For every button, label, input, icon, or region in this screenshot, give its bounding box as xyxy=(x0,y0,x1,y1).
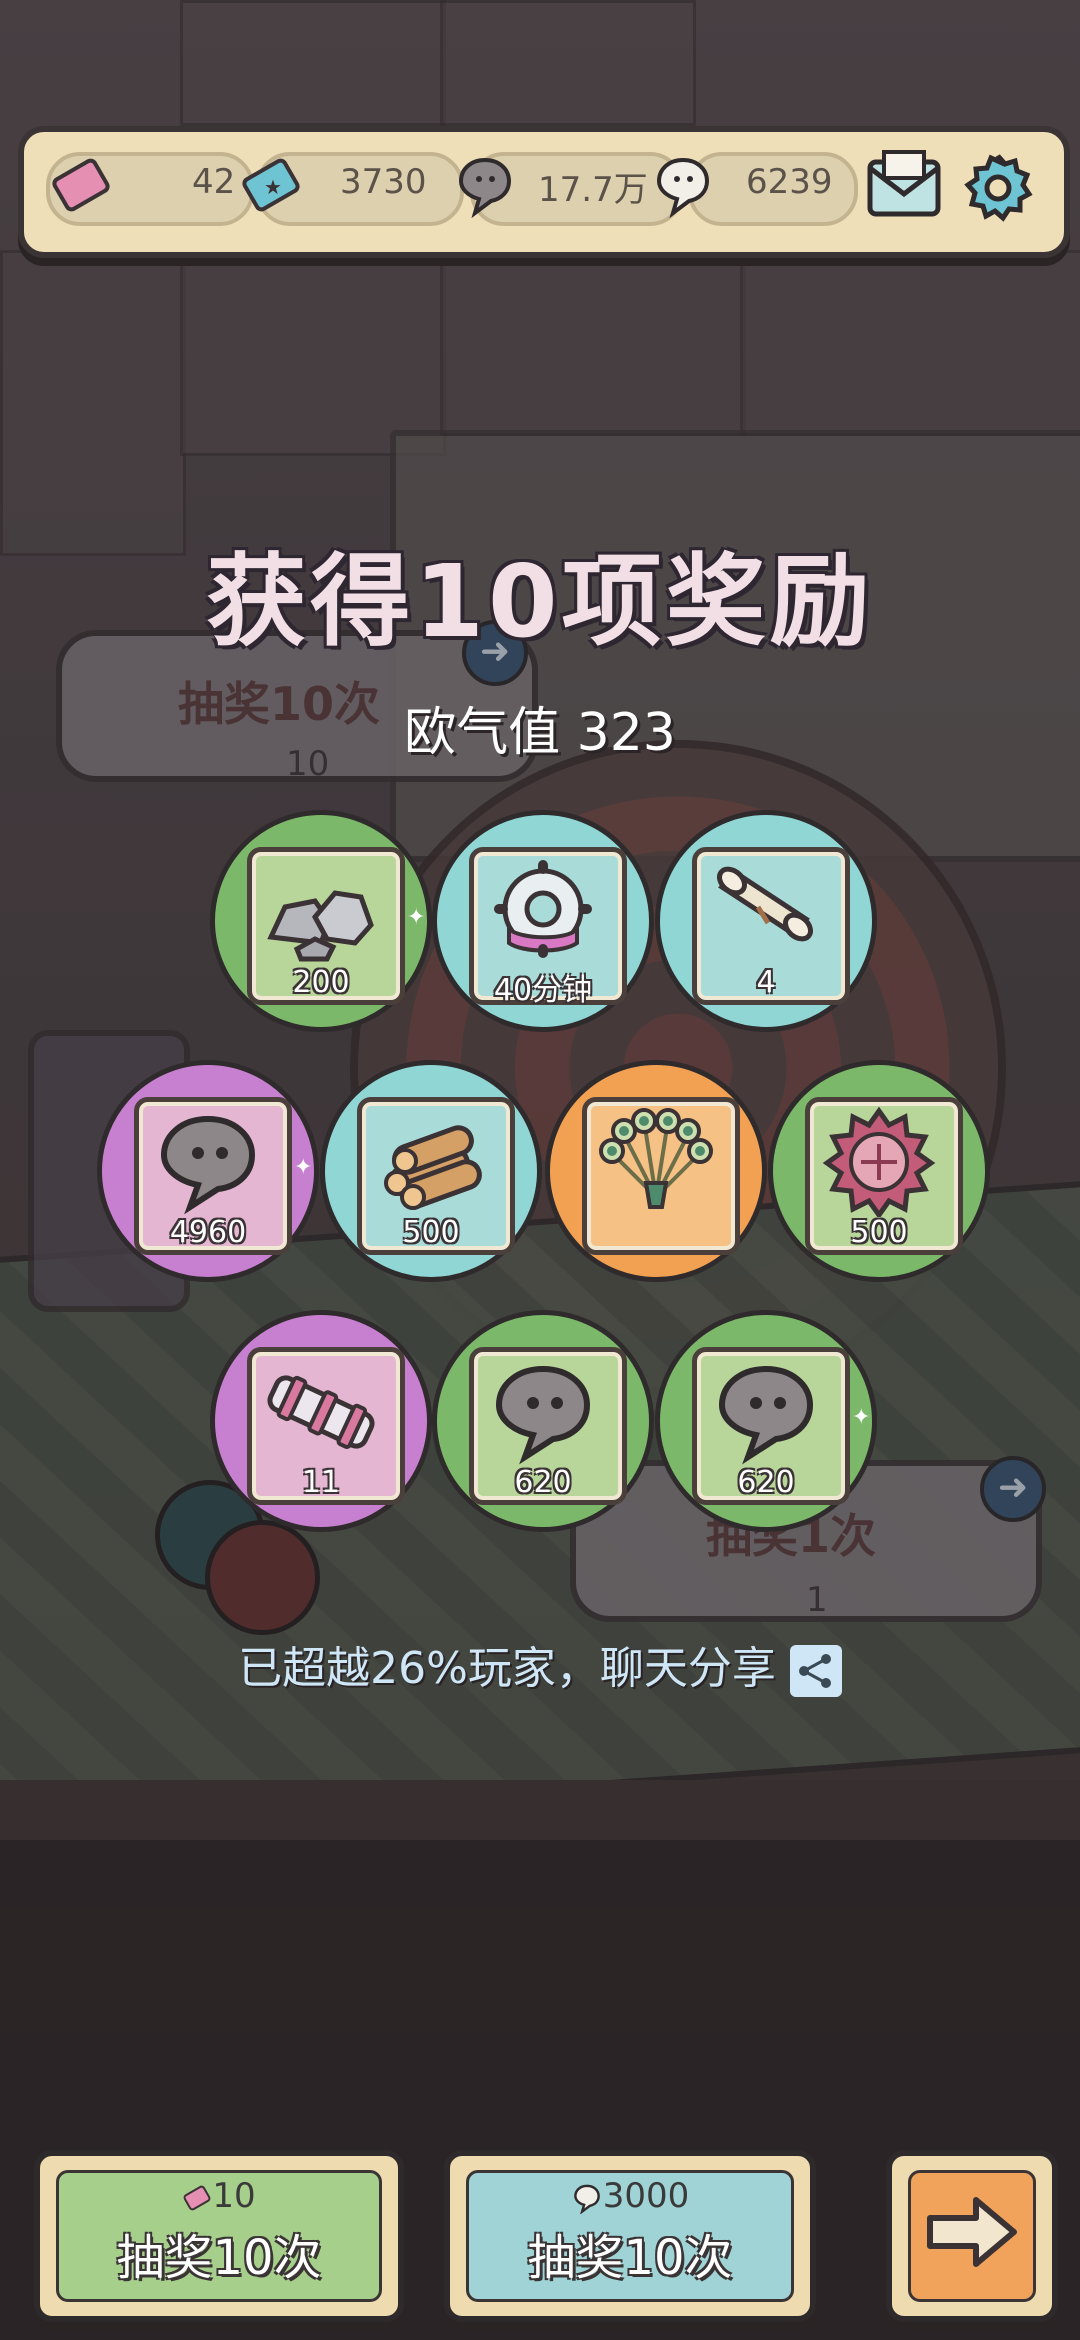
dark-blob-icon xyxy=(718,1365,814,1465)
reward-quantity: 40分钟 xyxy=(493,973,593,1008)
currency-bar: 42 ★ 3730 17.7万 6239 xyxy=(18,126,1070,258)
gear-icon[interactable] xyxy=(960,150,1036,230)
reward-quantity: 4 xyxy=(756,965,776,1000)
mail-icon[interactable] xyxy=(864,148,944,228)
reward-shell[interactable]: 500 xyxy=(768,1060,990,1282)
next-button[interactable] xyxy=(886,2150,1058,2322)
sparkle-icon: ✦ xyxy=(294,1155,313,1180)
reward-quantity: 11 xyxy=(301,1465,341,1500)
draw10-ticket-label: 抽奖10次 xyxy=(116,2230,322,2286)
gear-clock-icon xyxy=(494,860,592,958)
pink-ticket-count: 42 xyxy=(192,162,236,202)
reward-title: 获得10项奖励 xyxy=(206,543,874,660)
reward-quantity: 200 xyxy=(292,965,350,1000)
luck-value: 欧气值 323 xyxy=(404,703,676,763)
dark-blob-icon xyxy=(495,1365,591,1465)
draw10-ticket-button[interactable]: 10 抽奖10次 xyxy=(34,2150,404,2322)
draw10-blob-label: 抽奖10次 xyxy=(527,2230,733,2286)
white-blob-count: 6239 xyxy=(746,162,833,202)
reward-quantity: 4960 xyxy=(169,1215,247,1250)
draw10-blob-cost-value: 3000 xyxy=(602,2176,690,2216)
draw10-blob-cost: 3000 xyxy=(450,2176,810,2216)
sparkle-icon: ✦ xyxy=(407,905,426,930)
reward-quantity: 620 xyxy=(737,1465,795,1500)
white-blob-icon xyxy=(650,152,716,222)
reward-quantity: 620 xyxy=(514,1465,572,1500)
reward-dark-blob-2[interactable]: 620 xyxy=(432,1310,654,1532)
reward-quantity: 500 xyxy=(850,1215,908,1250)
stone-pile-icon xyxy=(267,890,374,962)
spiky-shell-icon xyxy=(822,1107,936,1217)
draw10-blob-button[interactable]: 3000 抽奖10次 xyxy=(444,2150,816,2322)
reward-stones[interactable]: 200 ✦ xyxy=(210,810,432,1032)
draw10-ticket-cost: 10 xyxy=(40,2176,398,2216)
dark-blob-icon xyxy=(452,152,518,222)
reward-gear-time[interactable]: 40分钟 xyxy=(432,810,654,1032)
svg-text:★: ★ xyxy=(264,175,282,199)
sparkle-icon: ✦ xyxy=(852,1405,871,1430)
wood-logs-icon xyxy=(384,1125,482,1210)
blue-ticket-icon: ★ xyxy=(240,154,302,220)
dark-blob-icon xyxy=(160,1115,256,1215)
share-text[interactable]: 已超越26%玩家，聊天分享 xyxy=(238,1643,776,1694)
white-blob-icon xyxy=(573,2184,600,2215)
dark-blob-count: 17.7万 xyxy=(538,170,648,210)
pink-ticket-icon xyxy=(183,2185,211,2210)
share-row[interactable]: 已超越26%玩家，聊天分享 xyxy=(0,1632,1080,1697)
reward-dark-blob[interactable]: 4960 ✦ xyxy=(97,1060,319,1282)
scroll-icon xyxy=(716,866,814,942)
reward-scroll[interactable]: 4 xyxy=(655,810,877,1032)
pink-ticket-icon xyxy=(50,154,112,220)
share-icon[interactable] xyxy=(789,1645,842,1697)
draw10-ticket-cost-value: 10 xyxy=(212,2176,256,2216)
reward-dark-blob-3[interactable]: 620 ✦ xyxy=(655,1310,877,1532)
right-arrow-icon[interactable] xyxy=(922,2194,1022,2270)
blue-ticket-count: 3730 xyxy=(340,162,427,202)
peacock-fan-icon xyxy=(599,1108,713,1209)
reward-quantity: 500 xyxy=(402,1215,460,1250)
cannon-part-icon xyxy=(267,1375,375,1449)
reward-cannon[interactable]: 11 xyxy=(210,1310,432,1532)
reward-logs[interactable]: 500 xyxy=(320,1060,542,1282)
reward-peacock-fan[interactable] xyxy=(545,1060,767,1282)
